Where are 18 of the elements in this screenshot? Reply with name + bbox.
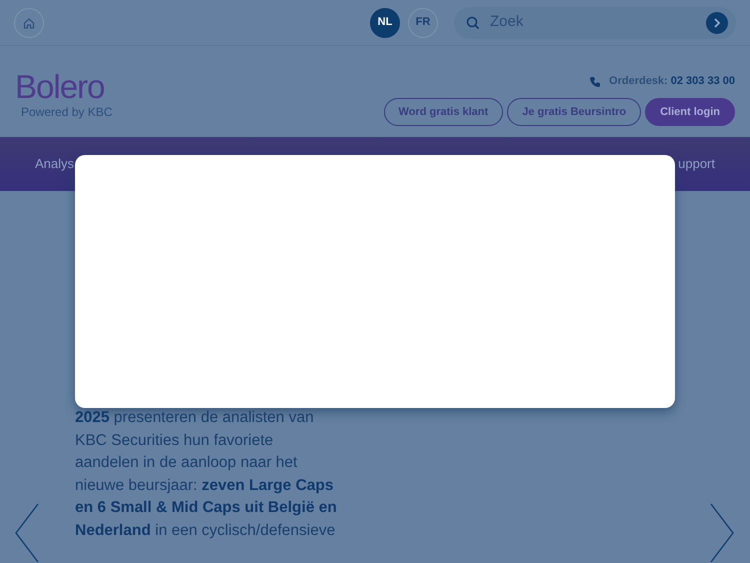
search-submit-button[interactable] xyxy=(706,12,728,34)
header-button[interactable]: Je gratis Beursintro xyxy=(507,98,642,126)
home-button[interactable] xyxy=(14,8,44,38)
home-icon xyxy=(23,16,35,28)
chevron-left-icon[interactable] xyxy=(14,503,40,563)
header-button[interactable]: Word gratis klant xyxy=(384,98,504,126)
chevron-right-icon[interactable] xyxy=(709,503,735,563)
header-button[interactable]: Client login xyxy=(645,98,735,126)
body-paragraph: 2025 presenteren de analisten van KBC Securities hun favoriete aandelen in de aanloop naar het nieuwe beursjaar: zeven Large Caps en 6 Small & Mid Caps uit België en Nederland in een cyclisch/defensieve xyxy=(75,408,337,540)
nav-link[interactable]: Analys xyxy=(35,154,74,174)
language-button[interactable]: FR xyxy=(408,8,438,38)
search-icon xyxy=(466,16,480,30)
chevron-right-icon xyxy=(713,18,721,28)
language-button[interactable]: NL xyxy=(370,8,400,38)
phone-icon xyxy=(589,76,602,88)
tagline: Powered by KBC xyxy=(21,104,112,121)
nav-link[interactable]: upport xyxy=(678,154,715,174)
logo[interactable]: Bolero xyxy=(15,70,112,103)
